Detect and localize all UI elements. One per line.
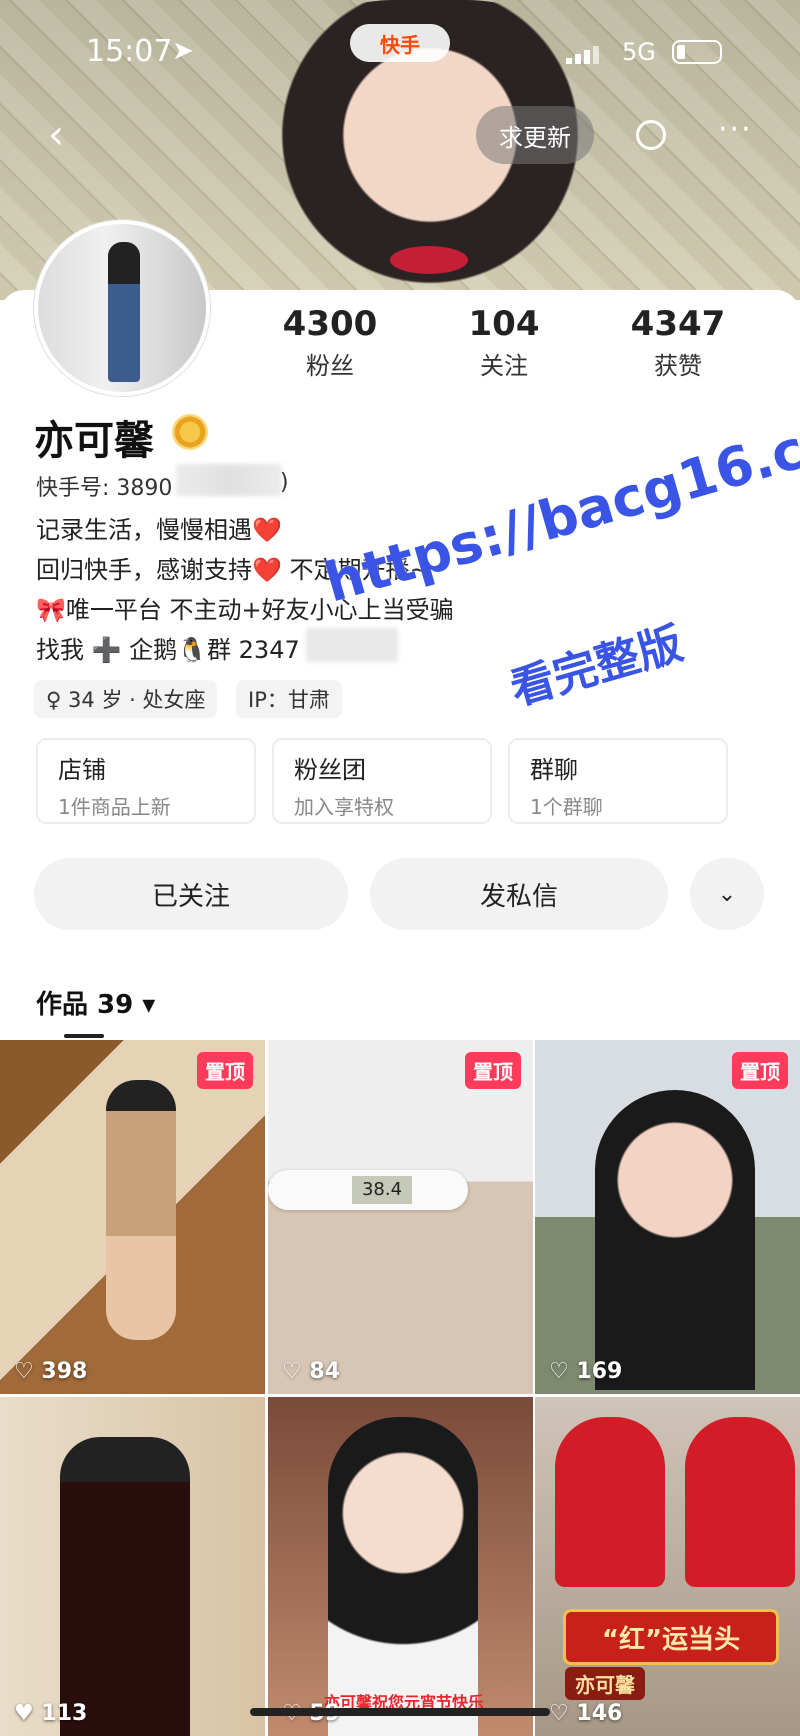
stat-value: 104: [468, 304, 540, 344]
home-indicator[interactable]: [250, 1708, 550, 1716]
app-chip-label: 快手: [380, 32, 420, 57]
search-icon[interactable]: [636, 120, 666, 150]
group-chat-card[interactable]: 群聊 1个群聊: [508, 738, 728, 824]
kuaishou-app-chip[interactable]: 快手: [350, 24, 450, 62]
works-tab-indicator: [64, 1034, 104, 1038]
video-tile[interactable]: ♥ 113: [0, 1397, 265, 1736]
works-tab[interactable]: 作品 39 ▾: [36, 984, 155, 1021]
thumbnail-figure: [685, 1417, 795, 1587]
followed-label: 已关注: [151, 881, 230, 912]
bio-line: 找我 ➕ 企鹅🐧群 2347: [36, 636, 300, 664]
like-count: ♡ 169: [549, 1359, 623, 1384]
followed-button[interactable]: 已关注: [34, 858, 348, 930]
thumbnail-figure: [60, 1437, 190, 1736]
status-time: 15:07: [86, 34, 173, 69]
fan-club-card[interactable]: 粉丝团 加入享特权: [272, 738, 492, 824]
avatar[interactable]: [34, 220, 210, 396]
card-subtitle: 1件商品上新: [58, 795, 171, 819]
request-update-label: 求更新: [499, 123, 571, 152]
video-tile[interactable]: 置顶 ♡ 398: [0, 1040, 265, 1394]
card-title: 群聊: [530, 756, 578, 784]
like-count: ♥ 113: [14, 1701, 88, 1726]
pinned-badge: 置顶: [197, 1052, 253, 1089]
card-subtitle: 1个群聊: [530, 795, 603, 819]
redacted-group-number: [306, 628, 398, 662]
card-title: 粉丝团: [294, 756, 366, 784]
location-arrow-icon: ➤: [172, 36, 194, 66]
back-icon[interactable]: ‹: [48, 112, 64, 158]
signal-icon: [566, 44, 606, 64]
profile-name: 亦可馨: [34, 418, 154, 464]
pinned-badge: 置顶: [465, 1052, 521, 1089]
chevron-down-icon[interactable]: ⌄: [690, 858, 764, 930]
thermometer-reading: 38.4: [352, 1176, 412, 1204]
thumbnail-figure: [595, 1090, 755, 1390]
like-count: ♡ 84: [282, 1359, 340, 1384]
message-button[interactable]: 发私信: [370, 858, 668, 930]
video-tile[interactable]: 亦可馨祝您元宵节快乐 ♡ 59: [268, 1397, 533, 1736]
stat-label: 粉丝: [306, 352, 354, 380]
video-tile[interactable]: 置顶 ♡ 169: [535, 1040, 800, 1394]
verified-badge-icon[interactable]: [172, 414, 208, 450]
battery-icon: [672, 40, 722, 64]
video-tile[interactable]: 38.4 置顶 ♡ 84: [268, 1040, 533, 1394]
stat-label: 获赞: [654, 352, 702, 380]
more-icon[interactable]: ···: [718, 112, 753, 147]
stat-value: 4300: [282, 304, 378, 344]
stat-followers[interactable]: 4300 粉丝: [250, 304, 410, 381]
like-count: ♡ 146: [549, 1701, 623, 1726]
like-count: ♡ 398: [14, 1359, 88, 1384]
ip-location-tag: IP：甘肃: [236, 680, 342, 718]
thumbnail-figure: [106, 1080, 176, 1340]
shop-card[interactable]: 店铺 1件商品上新: [36, 738, 256, 824]
redacted-id: [176, 464, 282, 496]
card-title: 店铺: [58, 756, 106, 784]
stat-following[interactable]: 104 关注: [424, 304, 584, 381]
card-subtitle: 加入享特权: [294, 795, 394, 819]
request-update-button[interactable]: 求更新: [476, 106, 594, 164]
thumbnail-caption: 亦可馨: [565, 1667, 645, 1700]
kuaishou-id-suffix: ): [280, 470, 289, 495]
thumbnail-caption: “红”运当头: [563, 1609, 779, 1665]
stat-label: 关注: [480, 352, 528, 380]
stat-likes[interactable]: 4347 获赞: [598, 304, 758, 381]
age-zodiac-tag: ♀ 34 岁 · 处女座: [34, 680, 218, 718]
stat-value: 4347: [630, 304, 726, 344]
bio-line: 记录生活，慢慢相遇❤️: [36, 516, 282, 544]
pinned-badge: 置顶: [732, 1052, 788, 1089]
cover-photo-detail: [390, 246, 468, 274]
thumbnail-figure: [555, 1417, 665, 1587]
message-label: 发私信: [479, 881, 558, 912]
network-label: 5G: [622, 38, 656, 66]
kuaishou-id[interactable]: 快手号: 3890: [36, 470, 172, 502]
video-tile[interactable]: “红”运当头 亦可馨 ♡ 146: [535, 1397, 800, 1736]
